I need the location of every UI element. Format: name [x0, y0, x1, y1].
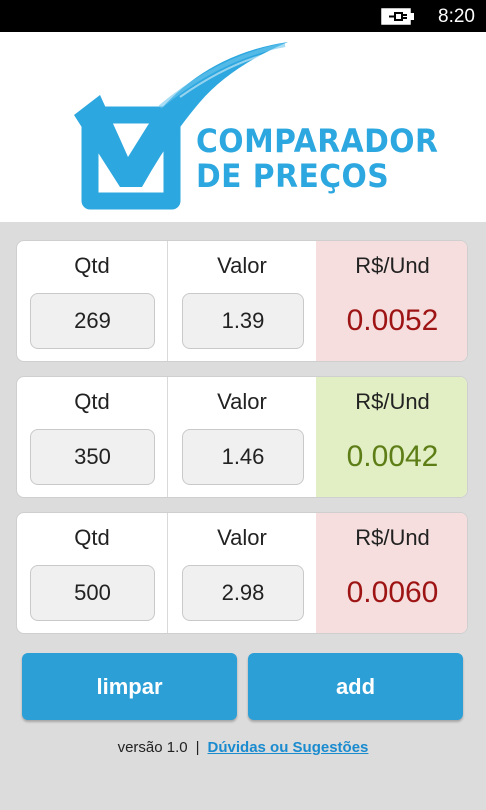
value-input[interactable]: 1.46 — [182, 429, 304, 485]
quantity-column: Qtd 350 — [17, 377, 168, 497]
quantity-input[interactable]: 269 — [30, 293, 155, 349]
quantity-column: Qtd 500 — [17, 513, 168, 633]
value-label: Valor — [217, 525, 267, 550]
quantity-label: Qtd — [74, 253, 110, 278]
comparison-row: Qtd 500 Valor 2.98 R$/Und 0.0060 — [16, 512, 468, 634]
quantity-column: Qtd 269 — [17, 241, 168, 361]
clear-button[interactable]: limpar — [22, 653, 237, 720]
unit-price-value: 0.0042 — [346, 440, 439, 473]
add-button[interactable]: add — [248, 653, 463, 720]
unit-price-value: 0.0060 — [346, 576, 439, 609]
unit-price-cell: R$/Und 0.0052 — [316, 241, 467, 361]
battery-charging-icon — [381, 8, 414, 25]
unit-price-value: 0.0052 — [346, 304, 439, 337]
value-label: Valor — [217, 389, 267, 414]
value-column: Valor 1.39 — [168, 241, 316, 361]
value-column: Valor 1.46 — [168, 377, 316, 497]
quantity-label: Qtd — [74, 525, 110, 550]
clock: 8:20 — [438, 6, 475, 27]
unit-price-cell: R$/Und 0.0042 — [316, 377, 467, 497]
value-input[interactable]: 2.98 — [182, 565, 304, 621]
value-column: Valor 2.98 — [168, 513, 316, 633]
comparison-row: Qtd 269 Valor 1.39 R$/Und 0.0052 — [16, 240, 468, 362]
quantity-label: Qtd — [74, 389, 110, 414]
footer: versão 1.0 | Dúvidas ou Sugestões — [0, 739, 486, 756]
feedback-link[interactable]: Dúvidas ou Sugestões — [208, 739, 369, 756]
comparison-row: Qtd 350 Valor 1.46 R$/Und 0.0042 — [16, 376, 468, 498]
quantity-input[interactable]: 350 — [30, 429, 155, 485]
value-input[interactable]: 1.39 — [182, 293, 304, 349]
value-label: Valor — [217, 253, 267, 278]
unit-price-label: R$/Und — [355, 389, 430, 414]
unit-price-label: R$/Und — [355, 253, 430, 278]
version-text: versão 1.0 — [117, 739, 188, 756]
status-bar: 8:20 — [0, 0, 486, 32]
unit-price-label: R$/Und — [355, 525, 430, 550]
unit-price-cell: R$/Und 0.0060 — [316, 513, 467, 633]
logo-title-line2: DE PREÇOS — [196, 157, 390, 195]
footer-separator: | — [195, 739, 200, 756]
logo-title-line1: COMPARADOR — [196, 122, 439, 160]
app-header: COMPARADOR DE PREÇOS — [0, 32, 486, 222]
quantity-input[interactable]: 500 — [30, 565, 155, 621]
